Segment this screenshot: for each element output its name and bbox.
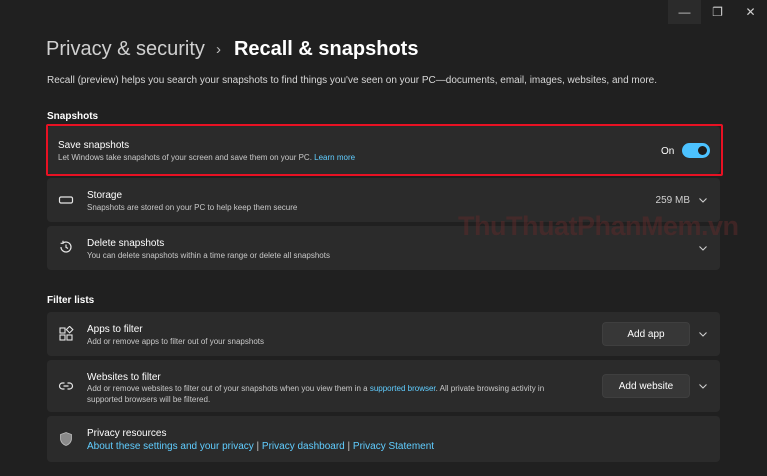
- websites-subtitle-text: Add or remove websites to filter out of …: [87, 384, 368, 393]
- watermark: ThuThuatPhanMem.vn: [458, 211, 739, 241]
- websites-to-filter-title: Websites to filter: [87, 372, 161, 383]
- chevron-down-icon[interactable]: [698, 381, 708, 391]
- history-icon: [60, 240, 72, 253]
- minimize-button[interactable]: —: [668, 0, 701, 24]
- about-settings-link[interactable]: About these settings and your privacy: [87, 441, 254, 452]
- privacy-statement-link[interactable]: Privacy Statement: [353, 441, 434, 452]
- close-button[interactable]: ✕: [734, 0, 767, 24]
- breadcrumb-parent[interactable]: Privacy & security: [46, 38, 205, 61]
- section-title-snapshots: Snapshots: [47, 111, 99, 122]
- highlight-box: [46, 124, 723, 176]
- chevron-down-icon[interactable]: [698, 243, 708, 253]
- privacy-dashboard-link[interactable]: Privacy dashboard: [262, 441, 345, 452]
- storage-subtitle: Snapshots are stored on your PC to help …: [87, 203, 298, 212]
- link-separator: |: [253, 441, 262, 452]
- link-icon: [58, 382, 74, 390]
- storage-icon: [58, 196, 74, 204]
- shield-icon: [60, 432, 72, 446]
- window-controls: — ❐ ✕: [668, 0, 767, 24]
- apps-icon: [59, 326, 74, 341]
- breadcrumb-separator: ›: [215, 41, 221, 58]
- websites-to-filter-subtitle-line1: Add or remove websites to filter out of …: [87, 384, 544, 393]
- breadcrumb: Privacy & security › Recall & snapshots: [46, 38, 418, 61]
- websites-to-filter-subtitle-line2: supported browsers will be filtered.: [87, 395, 211, 404]
- privacy-resources-card: Privacy resources About these settings a…: [47, 416, 720, 462]
- toggle-state-label: On: [661, 146, 675, 157]
- toggle-knob: [698, 146, 707, 155]
- apps-to-filter-title: Apps to filter: [87, 324, 143, 335]
- apps-to-filter-card[interactable]: Apps to filter Add or remove apps to fil…: [47, 312, 720, 356]
- storage-value: 259 MB: [655, 195, 690, 206]
- save-snapshots-toggle[interactable]: [682, 143, 710, 158]
- apps-to-filter-subtitle: Add or remove apps to filter out of your…: [87, 337, 264, 346]
- privacy-resources-title: Privacy resources: [87, 428, 167, 439]
- chevron-down-icon[interactable]: [698, 329, 708, 339]
- supported-browser-link[interactable]: supported browser: [370, 384, 436, 393]
- delete-snapshots-subtitle: You can delete snapshots within a time r…: [87, 251, 330, 260]
- link-separator: |: [344, 441, 353, 452]
- page-description: Recall (preview) helps you search your s…: [47, 75, 657, 86]
- restore-button[interactable]: ❐: [701, 0, 734, 24]
- privacy-links: About these settings and your privacy | …: [87, 441, 434, 452]
- storage-title: Storage: [87, 190, 123, 201]
- delete-snapshots-title: Delete snapshots: [87, 238, 165, 249]
- page-title: Recall & snapshots: [233, 38, 419, 60]
- websites-subtitle-text-2: . All private browsing activity in: [435, 384, 545, 393]
- add-app-button[interactable]: Add app: [602, 322, 690, 346]
- section-title-filter-lists: Filter lists: [47, 295, 95, 306]
- websites-to-filter-card[interactable]: Websites to filter Add or remove website…: [47, 360, 720, 412]
- add-website-button[interactable]: Add website: [602, 374, 690, 398]
- chevron-down-icon[interactable]: [698, 195, 708, 205]
